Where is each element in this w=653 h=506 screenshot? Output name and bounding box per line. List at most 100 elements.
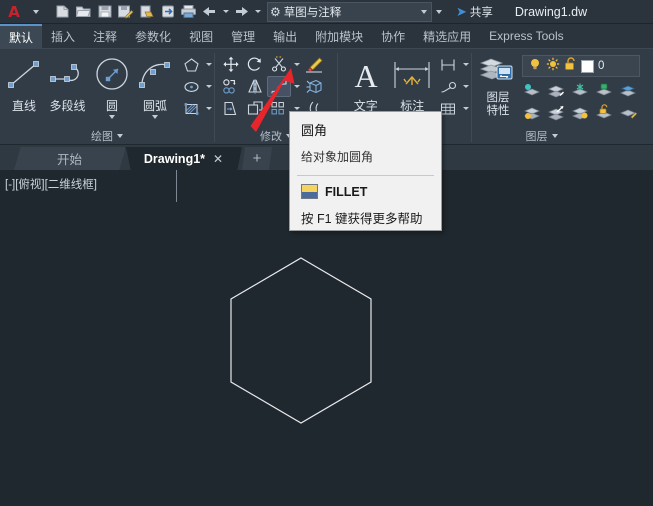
- current-layer-name: 0: [598, 60, 605, 72]
- ribbon-tab-default[interactable]: 默认: [0, 24, 43, 48]
- fillet-tooltip: 圆角 给对象加圆角 FILLET 按 F1 键获得更多帮助: [289, 111, 442, 231]
- export-icon[interactable]: [136, 1, 157, 23]
- tool-array[interactable]: [267, 98, 291, 119]
- ribbon-tab-featured-apps[interactable]: 精选应用: [414, 24, 480, 48]
- cloud-sync-icon[interactable]: [157, 1, 178, 23]
- document-tab-drawing1[interactable]: Drawing1* ✕: [126, 147, 242, 170]
- tooltip-title: 圆角: [301, 123, 328, 138]
- document-tab-start[interactable]: 开始: [14, 147, 126, 170]
- tool-line[interactable]: 直线: [4, 52, 44, 114]
- tool-text[interactable]: A 文字: [343, 52, 389, 114]
- tool-layer-thaw[interactable]: [568, 102, 592, 123]
- tool-scale[interactable]: [243, 98, 267, 119]
- panel-draw-expand-icon[interactable]: [117, 134, 123, 138]
- tool-circle[interactable]: 圆: [91, 52, 133, 119]
- circle-dropdown-icon[interactable]: [109, 115, 115, 119]
- tool-polygon[interactable]: [179, 54, 203, 75]
- unlock-icon[interactable]: [564, 56, 577, 76]
- tool-layer-turn-on[interactable]: [544, 102, 568, 123]
- tool-ellipse[interactable]: [179, 76, 203, 97]
- save-as-icon[interactable]: [115, 1, 136, 23]
- ribbon-tab-addins[interactable]: 附加模块: [306, 24, 372, 48]
- fillet-command-icon: [301, 184, 318, 199]
- layer-color-swatch[interactable]: [581, 59, 594, 73]
- new-tab-button[interactable]: +: [242, 147, 272, 170]
- trim-dropdown-icon[interactable]: [291, 54, 302, 75]
- table-dropdown-icon[interactable]: [460, 98, 471, 119]
- panel-layers-title-label: 图层: [525, 131, 548, 143]
- tool-layer-unlock[interactable]: [592, 102, 616, 123]
- panel-layers-expand-icon[interactable]: [551, 134, 558, 138]
- workspace-selector[interactable]: ⚙ 草图与注释: [267, 1, 432, 22]
- ribbon-tab-annotate[interactable]: 注释: [84, 24, 126, 48]
- tool-fillet[interactable]: [267, 76, 291, 97]
- tool-dimension[interactable]: 标注: [389, 52, 436, 114]
- hatch-dropdown-icon[interactable]: [203, 98, 214, 119]
- ribbon-tab-view[interactable]: 视图: [180, 24, 222, 48]
- ribbon-tab-insert[interactable]: 插入: [42, 24, 84, 48]
- tool-trim[interactable]: [267, 54, 291, 75]
- polygon-dropdown-icon[interactable]: [203, 54, 214, 75]
- qat-overflow-dropdown[interactable]: [432, 1, 446, 23]
- autocad-a-icon[interactable]: A: [3, 1, 25, 23]
- fillet-dropdown-icon[interactable]: [291, 76, 302, 97]
- new-file-icon[interactable]: [52, 1, 73, 23]
- tool-rotate[interactable]: [243, 54, 267, 75]
- tool-hatch[interactable]: [179, 98, 203, 119]
- ellipse-dropdown-icon[interactable]: [203, 76, 214, 97]
- tool-layer-isolate[interactable]: [520, 80, 544, 101]
- tool-polyline-label: 多段线: [49, 99, 86, 113]
- tool-copy[interactable]: [219, 76, 243, 97]
- tool-layer-lock[interactable]: [592, 80, 616, 101]
- panel-draw-title[interactable]: 绘图: [0, 128, 214, 144]
- close-icon[interactable]: ✕: [213, 152, 223, 166]
- tool-layer-freeze[interactable]: [568, 80, 592, 101]
- ribbon-tab-parametric[interactable]: 参数化: [126, 24, 180, 48]
- tool-linear-dimension[interactable]: [436, 54, 460, 75]
- arc-dropdown-icon[interactable]: [152, 115, 158, 119]
- linear-dimension-dropdown-icon[interactable]: [460, 54, 471, 75]
- tool-layer-merge[interactable]: [616, 80, 640, 101]
- window-document-title: Drawing1.dw: [514, 4, 588, 19]
- tool-stretch[interactable]: [219, 98, 243, 119]
- layers-small-tools: [520, 79, 640, 123]
- tool-arc[interactable]: 圆弧: [133, 52, 177, 119]
- document-tab-drawing1-label: Drawing1*: [143, 151, 206, 166]
- undo-icon[interactable]: [199, 1, 220, 23]
- panel-draw-title-label: 绘图: [91, 131, 113, 143]
- app-menu-dropdown[interactable]: [25, 1, 46, 23]
- arc-icon: [133, 54, 177, 96]
- undo-dropdown[interactable]: [220, 1, 231, 23]
- panel-layers-title[interactable]: 图层: [472, 128, 653, 144]
- modify-tool-grid: [219, 52, 326, 119]
- svg-text:A: A: [354, 58, 377, 93]
- tool-polyline[interactable]: 多段线: [44, 52, 91, 114]
- print-icon[interactable]: [178, 1, 199, 23]
- tool-leader[interactable]: [436, 76, 460, 97]
- leader-dropdown-icon[interactable]: [460, 76, 471, 97]
- ribbon-tab-output[interactable]: 输出: [264, 24, 306, 48]
- ribbon-tab-collaborate[interactable]: 协作: [372, 24, 414, 48]
- tool-layer-properties[interactable]: 图层 特性: [476, 52, 520, 118]
- tool-mirror[interactable]: [243, 76, 267, 97]
- current-layer-control[interactable]: 0: [522, 55, 640, 77]
- panel-modify-title-label: 修改: [260, 131, 282, 143]
- open-file-icon[interactable]: [73, 1, 94, 23]
- tool-layer-off[interactable]: [520, 102, 544, 123]
- share-button[interactable]: ➤ 共享: [456, 4, 493, 20]
- save-icon[interactable]: [94, 1, 115, 23]
- sun-icon[interactable]: [546, 57, 560, 76]
- tool-layer-match[interactable]: [616, 102, 640, 123]
- tool-explode[interactable]: [302, 76, 326, 97]
- tool-circle-label: 圆: [105, 99, 118, 113]
- redo-icon[interactable]: [231, 1, 252, 23]
- redo-dropdown[interactable]: [252, 1, 263, 23]
- tool-layer-unisolate[interactable]: [544, 80, 568, 101]
- tool-erase[interactable]: [302, 54, 326, 75]
- lightbulb-on-icon[interactable]: [528, 57, 542, 76]
- annotation-small-tools: [436, 52, 471, 119]
- tooltip-command-row: FILLET: [301, 184, 430, 199]
- ribbon-tab-express-tools[interactable]: Express Tools: [480, 24, 572, 48]
- tool-move[interactable]: [219, 54, 243, 75]
- ribbon-tab-manage[interactable]: 管理: [222, 24, 264, 48]
